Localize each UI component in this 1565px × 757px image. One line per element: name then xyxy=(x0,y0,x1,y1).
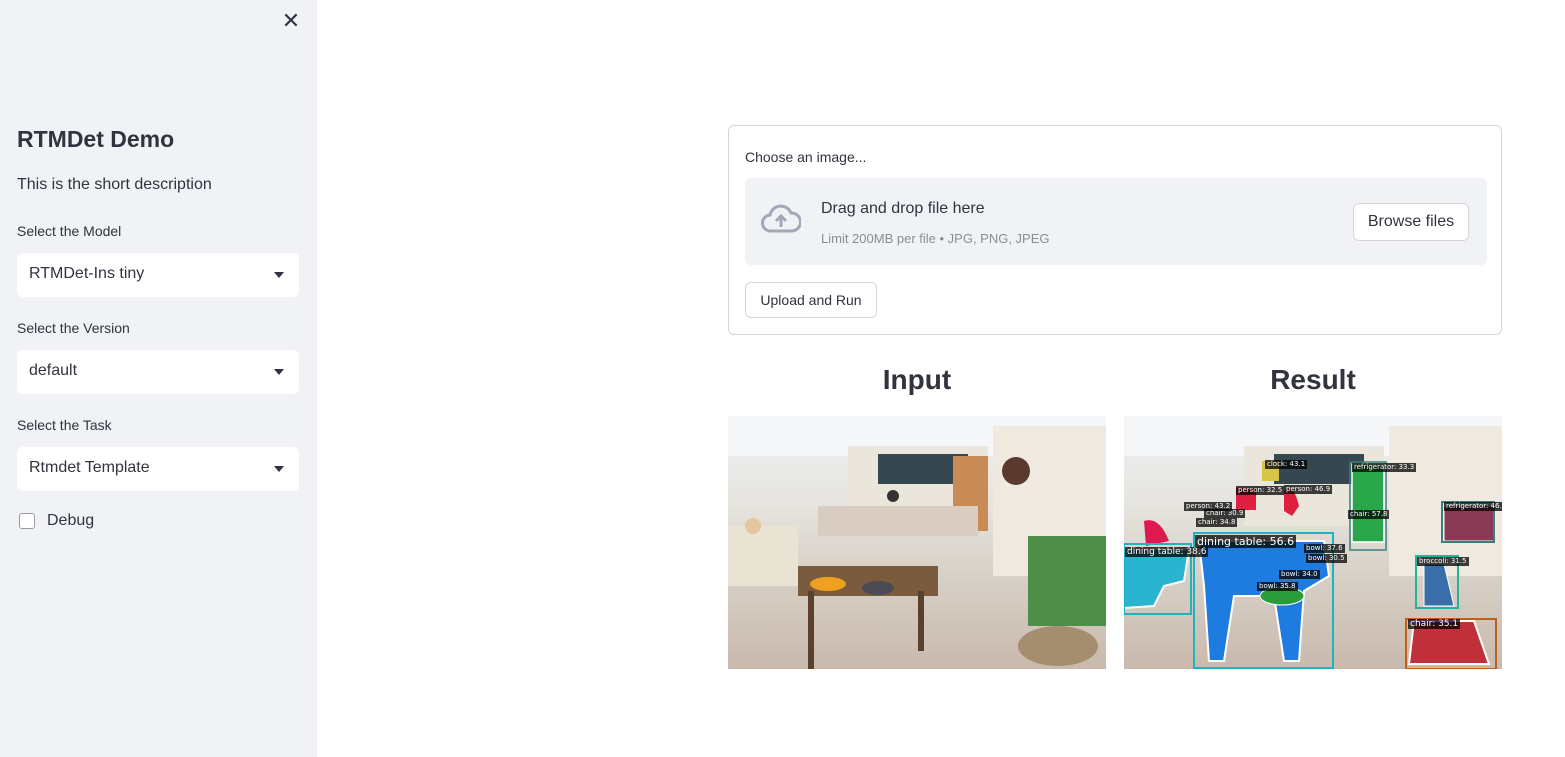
debug-label: Debug xyxy=(47,512,95,529)
segmentation-overlay xyxy=(1124,416,1502,669)
version-select-value: default xyxy=(29,362,78,379)
browse-files-button[interactable]: Browse files xyxy=(1353,203,1469,241)
task-select[interactable]: Rtmdet Template xyxy=(17,447,299,491)
detection-label: chair: 57.8 xyxy=(1348,510,1390,519)
upload-and-run-button[interactable]: Upload and Run xyxy=(745,282,877,318)
chevron-down-icon xyxy=(274,369,284,375)
result-heading: Result xyxy=(1270,364,1356,395)
model-select[interactable]: RTMDet-Ins tiny xyxy=(17,253,299,297)
task-label: Select the Task xyxy=(17,417,112,433)
close-icon[interactable]: ✕ xyxy=(281,10,301,32)
app-description: This is the short description xyxy=(17,176,212,193)
result-image: clock: 43.1 refrigerator: 33.3 person: 3… xyxy=(1124,416,1502,669)
detection-label: bowl: 37.6 xyxy=(1304,544,1345,553)
checkbox-box[interactable] xyxy=(19,513,35,529)
detection-label: person: 43.2 xyxy=(1184,502,1233,511)
file-uploader: Choose an image... Drag and drop file he… xyxy=(728,125,1502,335)
detection-label: refrigerator: 46.6 xyxy=(1444,502,1502,511)
detection-label: dining table: 38.6 xyxy=(1125,547,1209,557)
limit-text: Limit 200MB per file • JPG, PNG, JPEG xyxy=(821,231,1050,246)
drop-text: Drag and drop file here xyxy=(821,200,985,217)
input-heading: Input xyxy=(882,364,952,395)
detection-label: broccoli: 31.5 xyxy=(1417,557,1469,566)
detection-label: bowl: 35.8 xyxy=(1257,582,1298,591)
chevron-down-icon xyxy=(274,272,284,278)
model-select-value: RTMDet-Ins tiny xyxy=(29,265,145,282)
detection-label: bowl: 30.5 xyxy=(1306,554,1347,563)
debug-checkbox[interactable]: Debug xyxy=(19,512,94,530)
detection-label: bowl: 34.0 xyxy=(1279,570,1320,579)
input-image xyxy=(728,416,1106,669)
sidebar: ✕ RTMDet Demo This is the short descript… xyxy=(0,0,317,757)
cloud-upload-icon xyxy=(761,204,801,233)
task-select-value: Rtmdet Template xyxy=(29,459,150,476)
chevron-down-icon xyxy=(274,466,284,472)
store-photo xyxy=(728,416,1106,669)
version-select[interactable]: default xyxy=(17,350,299,394)
detection-label: dining table: 56.6 xyxy=(1195,535,1297,548)
detection-label: chair: 34.8 xyxy=(1196,518,1238,527)
uploader-label: Choose an image... xyxy=(745,149,867,165)
detection-label: person: 32.5 xyxy=(1236,486,1285,495)
model-label: Select the Model xyxy=(17,223,122,239)
version-label: Select the Version xyxy=(17,320,130,336)
dropzone[interactable]: Drag and drop file here Limit 200MB per … xyxy=(745,178,1487,265)
app-title: RTMDet Demo xyxy=(17,126,175,152)
detection-label: person: 46.9 xyxy=(1284,485,1333,494)
detection-label: chair: 35.1 xyxy=(1408,619,1461,629)
detection-label: clock: 43.1 xyxy=(1265,460,1308,469)
detection-label: refrigerator: 33.3 xyxy=(1352,463,1417,472)
